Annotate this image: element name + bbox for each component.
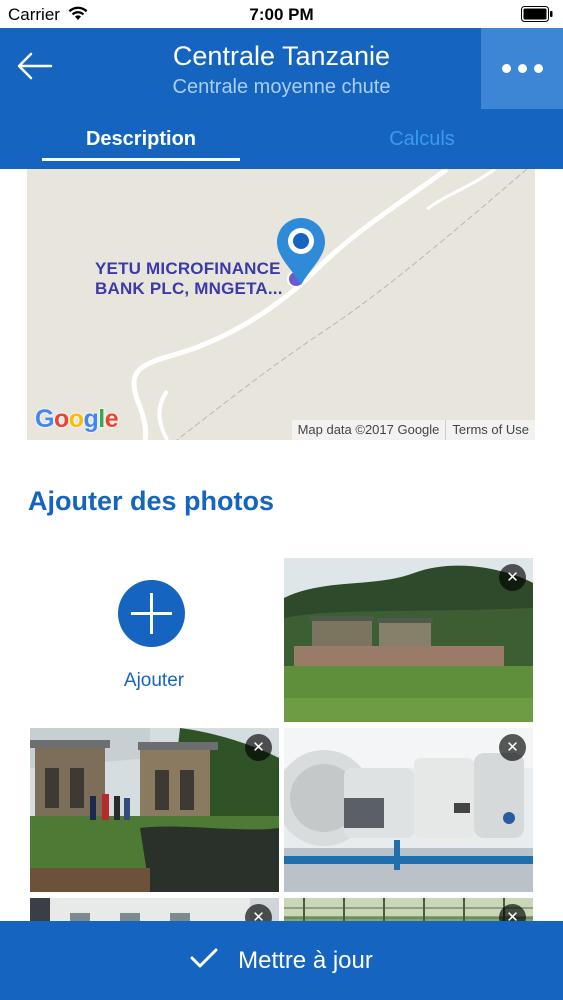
add-photo-label: Ajouter: [123, 670, 185, 691]
back-button[interactable]: [14, 48, 56, 88]
photo-thumbnail[interactable]: ✕: [284, 558, 533, 722]
tab-description[interactable]: Description: [42, 123, 240, 169]
more-options-button[interactable]: [481, 28, 563, 109]
remove-photo-close-icon[interactable]: ✕: [499, 734, 526, 761]
terms-of-use-link[interactable]: Terms of Use: [446, 420, 535, 440]
app-screen: Carrier 7:00 PM Centrale Tanzanie Centra…: [0, 0, 563, 1000]
update-button-label: Mettre à jour: [238, 946, 373, 974]
photos-section-title: Ajouter des photos: [28, 486, 275, 516]
more-dot-icon: [517, 64, 527, 73]
photo-thumbnail[interactable]: ✕: [284, 728, 533, 892]
photo-thumbnail[interactable]: ✕: [30, 728, 279, 892]
more-dot-icon: [501, 64, 511, 73]
map-view[interactable]: YETU MICROFINANCE BANK PLC, MNGETA... Go…: [27, 169, 535, 440]
remove-photo-close-icon[interactable]: ✕: [245, 734, 272, 761]
map-data-credit: Map data ©2017 Google: [291, 420, 446, 440]
photo-image: [30, 728, 279, 892]
page-title: Centrale Tanzanie: [172, 41, 391, 71]
status-time: 7:00 PM: [249, 5, 314, 24]
poi-label-line: YETU MICROFINANCE: [95, 259, 281, 278]
app-header: Centrale Tanzanie Centrale moyenne chute…: [0, 28, 563, 169]
google-logo: Google: [35, 405, 119, 433]
poi-label: YETU MICROFINANCE BANK PLC, MNGETA...: [95, 259, 283, 299]
more-dot-icon: [533, 64, 543, 73]
page-subtitle: Centrale moyenne chute: [172, 76, 391, 98]
map-roads: [131, 169, 528, 440]
map-attribution: Map data ©2017 Google Terms of Use: [291, 420, 535, 440]
photo-image: [284, 728, 533, 892]
update-button[interactable]: Mettre à jour: [0, 921, 563, 1000]
tab-calculs[interactable]: Calculs: [322, 123, 522, 169]
plus-icon: [118, 580, 185, 647]
remove-photo-close-icon[interactable]: ✕: [499, 564, 526, 591]
checkmark-icon: [190, 947, 218, 974]
status-bar: Carrier 7:00 PM: [0, 0, 563, 28]
battery-icon: [521, 6, 553, 22]
photo-image: [284, 558, 533, 722]
add-photo-button[interactable]: Ajouter: [30, 558, 278, 722]
active-tab-indicator: [42, 158, 240, 161]
header-titles: Centrale Tanzanie Centrale moyenne chute: [80, 40, 483, 100]
back-arrow-icon: [17, 52, 53, 85]
poi-label-line: BANK PLC, MNGETA...: [95, 279, 283, 298]
